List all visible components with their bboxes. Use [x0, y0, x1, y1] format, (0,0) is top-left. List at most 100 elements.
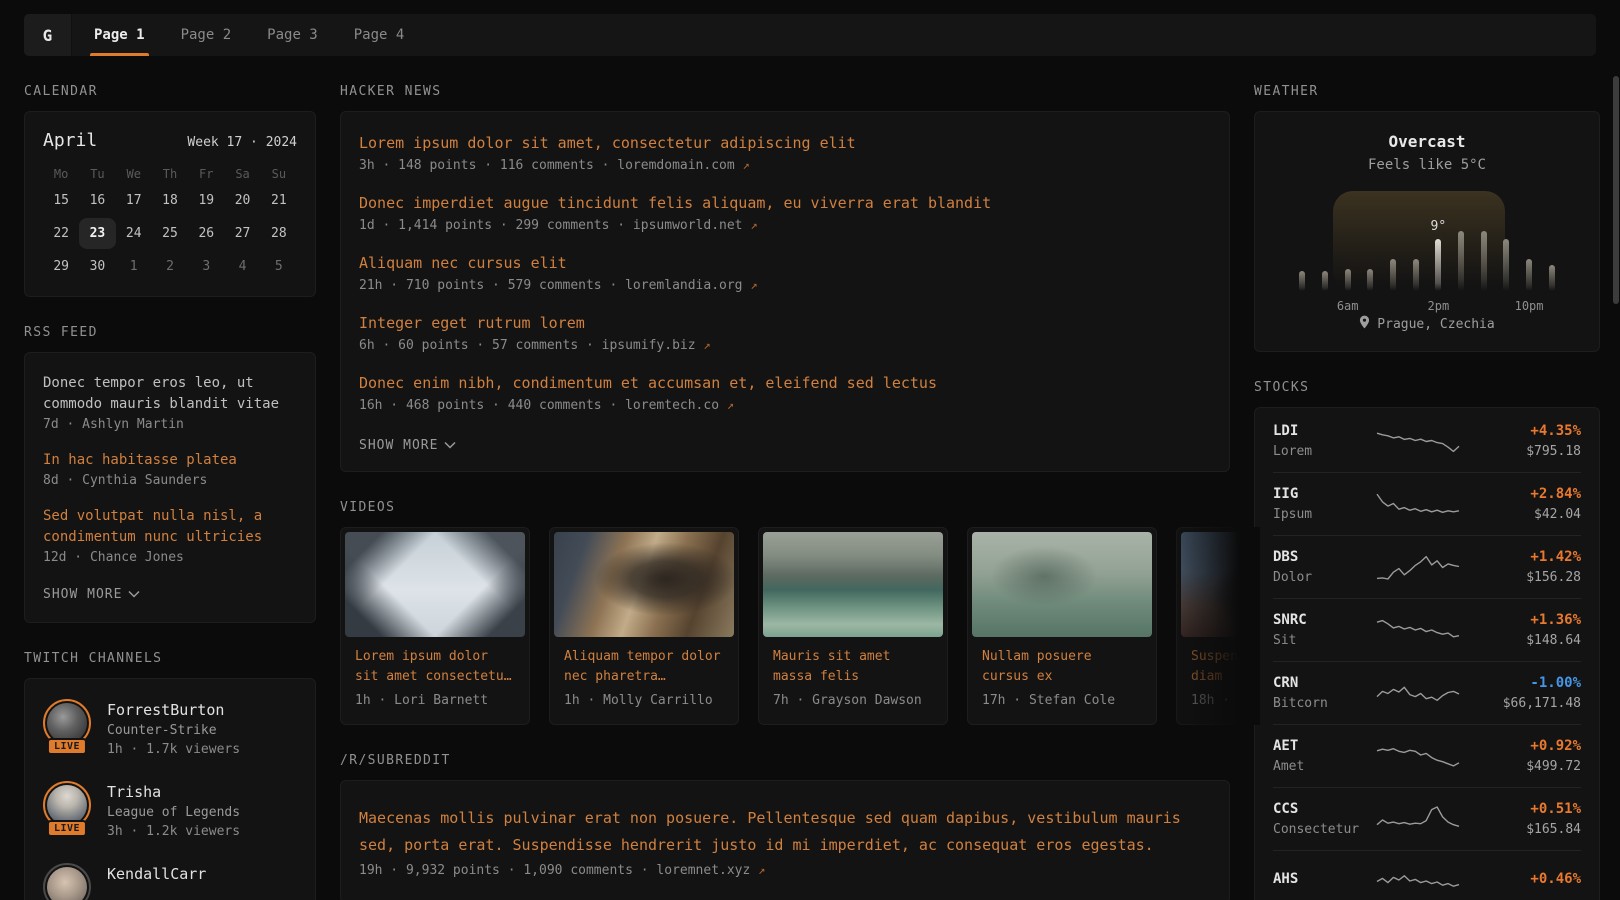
calendar-day: 1: [116, 251, 152, 282]
page-scrollbar-thumb[interactable]: [1613, 76, 1619, 304]
weather-widget: WEATHER Overcast Feels like 5°C: [1254, 84, 1600, 352]
video-body: Mauris sit amet massa felis 7h · Grayson…: [763, 637, 943, 720]
external-link-icon[interactable]: ↗: [703, 338, 710, 352]
nav-tab[interactable]: Page 2: [181, 14, 232, 56]
stock-row[interactable]: CRN Bitcorn -1.00% $66,171.48: [1273, 661, 1581, 724]
twitch-channel-row[interactable]: LIVE Trisha League of Legends 3h · 1.2k …: [43, 781, 297, 839]
rss-item-link[interactable]: In hac habitasse platea: [43, 450, 297, 471]
stock-row[interactable]: AET Amet +0.92% $499.72: [1273, 724, 1581, 787]
video-card[interactable]: Nullam posuere cursus ex 17h · Stefan Co…: [967, 527, 1157, 725]
twitch-widget-title: TWITCH CHANNELS: [24, 651, 316, 666]
video-card[interactable]: Mauris sit amet massa felis 7h · Grayson…: [758, 527, 948, 725]
weather-bar-column: 6am: [1336, 199, 1359, 291]
video-meta: 1h · Molly Carrillo: [564, 693, 724, 708]
stock-symbol: AET: [1273, 738, 1373, 754]
calendar-weekday-row: MoTuWeThFrSaSu: [43, 167, 297, 181]
app-logo[interactable]: G: [24, 14, 72, 56]
rss-item-link[interactable]: Sed volutpat nulla nisl, a condimentum n…: [43, 506, 297, 548]
stock-row[interactable]: IIG Ipsum +2.84% $42.04: [1273, 472, 1581, 535]
calendar-day: 28: [261, 218, 297, 249]
video-thumbnail: [972, 532, 1152, 637]
video-card[interactable]: Aliquam tempor dolor nec pharetra… 1h · …: [549, 527, 739, 725]
hackernews-item-meta: 16h · 468 points · 440 comments · loremt…: [359, 398, 1211, 413]
stock-row[interactable]: DBS Dolor +1.42% $156.28: [1273, 535, 1581, 598]
stock-id: LDI Lorem: [1273, 423, 1373, 459]
nav-tab[interactable]: Page 4: [354, 14, 405, 56]
video-meta: 1h · Lori Barnett: [355, 693, 515, 708]
video-thumbnail: [345, 532, 525, 637]
twitch-channel-row[interactable]: LIVE ForrestBurton Counter-Strike 1h · 1…: [43, 699, 297, 757]
calendar-header: April Week 17 · 2024: [43, 130, 297, 151]
stock-change-percent: +2.84%: [1463, 486, 1581, 502]
nav-tab[interactable]: Page 1: [94, 14, 145, 56]
twitch-avatar-wrap: LIVE: [43, 863, 91, 900]
external-link-icon[interactable]: ↗: [727, 398, 734, 412]
video-title-link[interactable]: Aliquam tempor dolor nec pharetra…: [564, 647, 724, 687]
weather-bar: [1526, 259, 1532, 291]
video-body: Aliquam tempor dolor nec pharetra… 1h · …: [554, 637, 734, 720]
video-title-link[interactable]: Suspendisse diam: [1191, 647, 1260, 687]
subreddit-card: Maecenas mollis pulvinar erat non posuer…: [340, 780, 1230, 900]
external-link-icon[interactable]: ↗: [743, 158, 750, 172]
video-meta: 7h · Grayson Dawson: [773, 693, 933, 708]
external-link-icon[interactable]: ↗: [750, 278, 757, 292]
stock-change-percent: -1.00%: [1463, 675, 1581, 691]
hackernews-item-link[interactable]: Aliquam nec cursus elit: [359, 254, 1211, 273]
external-link-icon[interactable]: ↗: [750, 218, 757, 232]
twitch-channel-info: ForrestBurton Counter-Strike 1h · 1.7k v…: [107, 699, 240, 757]
stock-price: $156.28: [1463, 570, 1581, 585]
twitch-channel-row[interactable]: LIVE KendallCarr: [43, 863, 297, 900]
calendar-day: 16: [79, 185, 115, 216]
avatar: [47, 703, 87, 743]
video-title-link[interactable]: Mauris sit amet massa felis: [773, 647, 933, 687]
page-scrollbar-track: [1612, 0, 1619, 900]
weather-bar-column: [1291, 199, 1314, 291]
hackernews-item-link[interactable]: Donec enim nibh, condimentum et accumsan…: [359, 374, 1211, 393]
stock-name: Dolor: [1273, 570, 1373, 585]
stock-name: Ipsum: [1273, 507, 1373, 522]
rss-item-link[interactable]: Donec tempor eros leo, ut commodo mauris…: [43, 373, 297, 415]
external-link-icon[interactable]: ↗: [758, 863, 765, 877]
subreddit-post-link[interactable]: Maecenas mollis pulvinar erat non posuer…: [359, 805, 1211, 859]
stock-symbol: CCS: [1273, 801, 1373, 817]
stock-sparkline: [1373, 676, 1463, 710]
nav-tab[interactable]: Page 3: [267, 14, 318, 56]
rss-show-more-button[interactable]: SHOW MORE: [43, 587, 140, 602]
location-pin-icon: [1359, 315, 1370, 333]
video-card[interactable]: Lorem ipsum dolor sit amet consectetu… 1…: [340, 527, 530, 725]
twitch-channel-list: LIVE ForrestBurton Counter-Strike 1h · 1…: [43, 699, 297, 900]
calendar-day: 26: [188, 218, 224, 249]
hackernews-show-more-button[interactable]: SHOW MORE: [359, 438, 456, 453]
hackernews-item-link[interactable]: Lorem ipsum dolor sit amet, consectetur …: [359, 134, 1211, 153]
avatar: [47, 785, 87, 825]
video-card[interactable]: Suspendisse diam 18h · Tara: [1176, 527, 1260, 725]
rss-card: Donec tempor eros leo, ut commodo mauris…: [24, 352, 316, 623]
hackernews-item-link[interactable]: Donec imperdiet augue tincidunt felis al…: [359, 194, 1211, 213]
calendar-month: April: [43, 130, 97, 151]
video-title-link[interactable]: Nullam posuere cursus ex: [982, 647, 1142, 687]
stock-row[interactable]: LDI Lorem +4.35% $795.18: [1273, 410, 1581, 472]
weather-widget-title: WEATHER: [1254, 84, 1600, 99]
twitch-channel-name: Trisha: [107, 783, 240, 801]
nav-tab-label: Page 4: [354, 27, 405, 43]
calendar-day: 25: [152, 218, 188, 249]
stock-symbol: CRN: [1273, 675, 1373, 691]
videos-widget: VIDEOS Lorem ipsum dolor sit amet consec…: [340, 500, 1230, 725]
stock-change-percent: +0.46%: [1463, 871, 1581, 887]
video-title-link[interactable]: Lorem ipsum dolor sit amet consectetu…: [355, 647, 515, 687]
weather-bar: [1458, 231, 1464, 291]
stock-symbol: AHS: [1273, 871, 1373, 887]
twitch-channel-name: ForrestBurton: [107, 701, 240, 719]
calendar-day: 21: [261, 185, 297, 216]
stocks-list: LDI Lorem +4.35% $795.18: [1273, 410, 1581, 900]
stock-row[interactable]: SNRC Sit +1.36% $148.64: [1273, 598, 1581, 661]
chevron-down-icon: [444, 438, 456, 453]
stock-row[interactable]: CCS Consectetur +0.51% $165.84: [1273, 787, 1581, 850]
calendar-day: 20: [224, 185, 260, 216]
stock-row[interactable]: AHS +0.46%: [1273, 850, 1581, 900]
twitch-widget: TWITCH CHANNELS LIVE: [24, 651, 316, 900]
stock-symbol: DBS: [1273, 549, 1373, 565]
calendar-day: 24: [116, 218, 152, 249]
hackernews-item-link[interactable]: Integer eget rutrum lorem: [359, 314, 1211, 333]
calendar-day: 2: [152, 251, 188, 282]
